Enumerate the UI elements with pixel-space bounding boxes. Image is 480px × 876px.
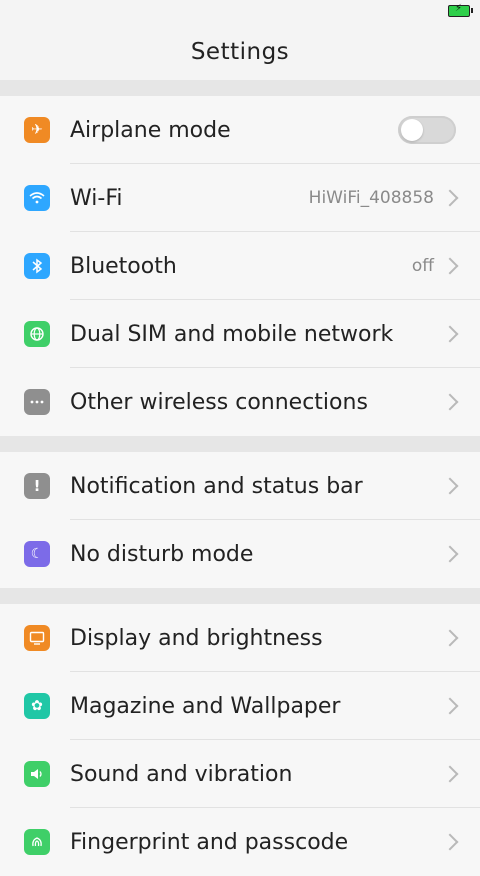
chevron-right-icon (441, 257, 459, 275)
chevron-right-icon (441, 477, 459, 495)
status-bar: ⚡ (0, 0, 480, 24)
bluetooth-status: off (411, 256, 434, 276)
settings-row-magazine-wallpaper[interactable]: ✿ Magazine and Wallpaper (0, 672, 480, 740)
settings-row-display[interactable]: Display and brightness (0, 604, 480, 672)
toggle-knob (401, 119, 423, 141)
airplane-icon: ✈ (24, 117, 50, 143)
row-label: Airplane mode (70, 117, 231, 143)
more-icon (24, 389, 50, 415)
moon-icon: ☾ (24, 541, 50, 567)
row-label: Fingerprint and passcode (70, 829, 349, 855)
battery-icon: ⚡ (448, 3, 473, 17)
flower-icon: ✿ (24, 693, 50, 719)
wifi-icon (24, 185, 50, 211)
settings-row-other-wireless[interactable]: Other wireless connections (0, 368, 480, 436)
row-label: Sound and vibration (70, 761, 293, 787)
settings-row-wifi[interactable]: Wi-Fi HiWiFi_408858 (0, 164, 480, 232)
settings-row-no-disturb[interactable]: ☾ No disturb mode (0, 520, 480, 588)
row-label: Magazine and Wallpaper (70, 693, 341, 719)
settings-row-sound-vibration[interactable]: Sound and vibration (0, 740, 480, 808)
notification-icon: ! (24, 473, 50, 499)
settings-row-bluetooth[interactable]: Bluetooth off (0, 232, 480, 300)
row-label: Display and brightness (70, 625, 323, 651)
row-label: Notification and status bar (70, 473, 363, 499)
row-label: No disturb mode (70, 541, 254, 567)
section-gap (0, 80, 480, 96)
page-title: Settings (190, 39, 290, 65)
settings-row-airplane-mode[interactable]: ✈ Airplane mode (0, 96, 480, 164)
bluetooth-icon (24, 253, 50, 279)
chevron-right-icon (441, 765, 459, 783)
chevron-right-icon (441, 189, 459, 207)
section-gap (0, 588, 480, 604)
globe-icon (24, 321, 50, 347)
speaker-icon (24, 761, 50, 787)
section-gap (0, 436, 480, 452)
chevron-right-icon (441, 325, 459, 343)
chevron-right-icon (441, 833, 459, 851)
chevron-right-icon (441, 629, 459, 647)
settings-row-notification[interactable]: ! Notification and status bar (0, 452, 480, 520)
settings-row-fingerprint[interactable]: Fingerprint and passcode (0, 808, 480, 876)
chevron-right-icon (441, 545, 459, 563)
fingerprint-icon (24, 829, 50, 855)
row-label: Wi-Fi (70, 185, 123, 211)
chevron-right-icon (441, 393, 459, 411)
wifi-network-name: HiWiFi_408858 (308, 188, 434, 208)
row-label: Other wireless connections (70, 389, 368, 415)
display-icon (24, 625, 50, 651)
row-label: Dual SIM and mobile network (70, 321, 394, 347)
settings-row-dual-sim[interactable]: Dual SIM and mobile network (0, 300, 480, 368)
row-label: Bluetooth (70, 253, 177, 279)
header: Settings (0, 24, 480, 80)
chevron-right-icon (441, 697, 459, 715)
airplane-mode-toggle[interactable] (398, 116, 456, 144)
